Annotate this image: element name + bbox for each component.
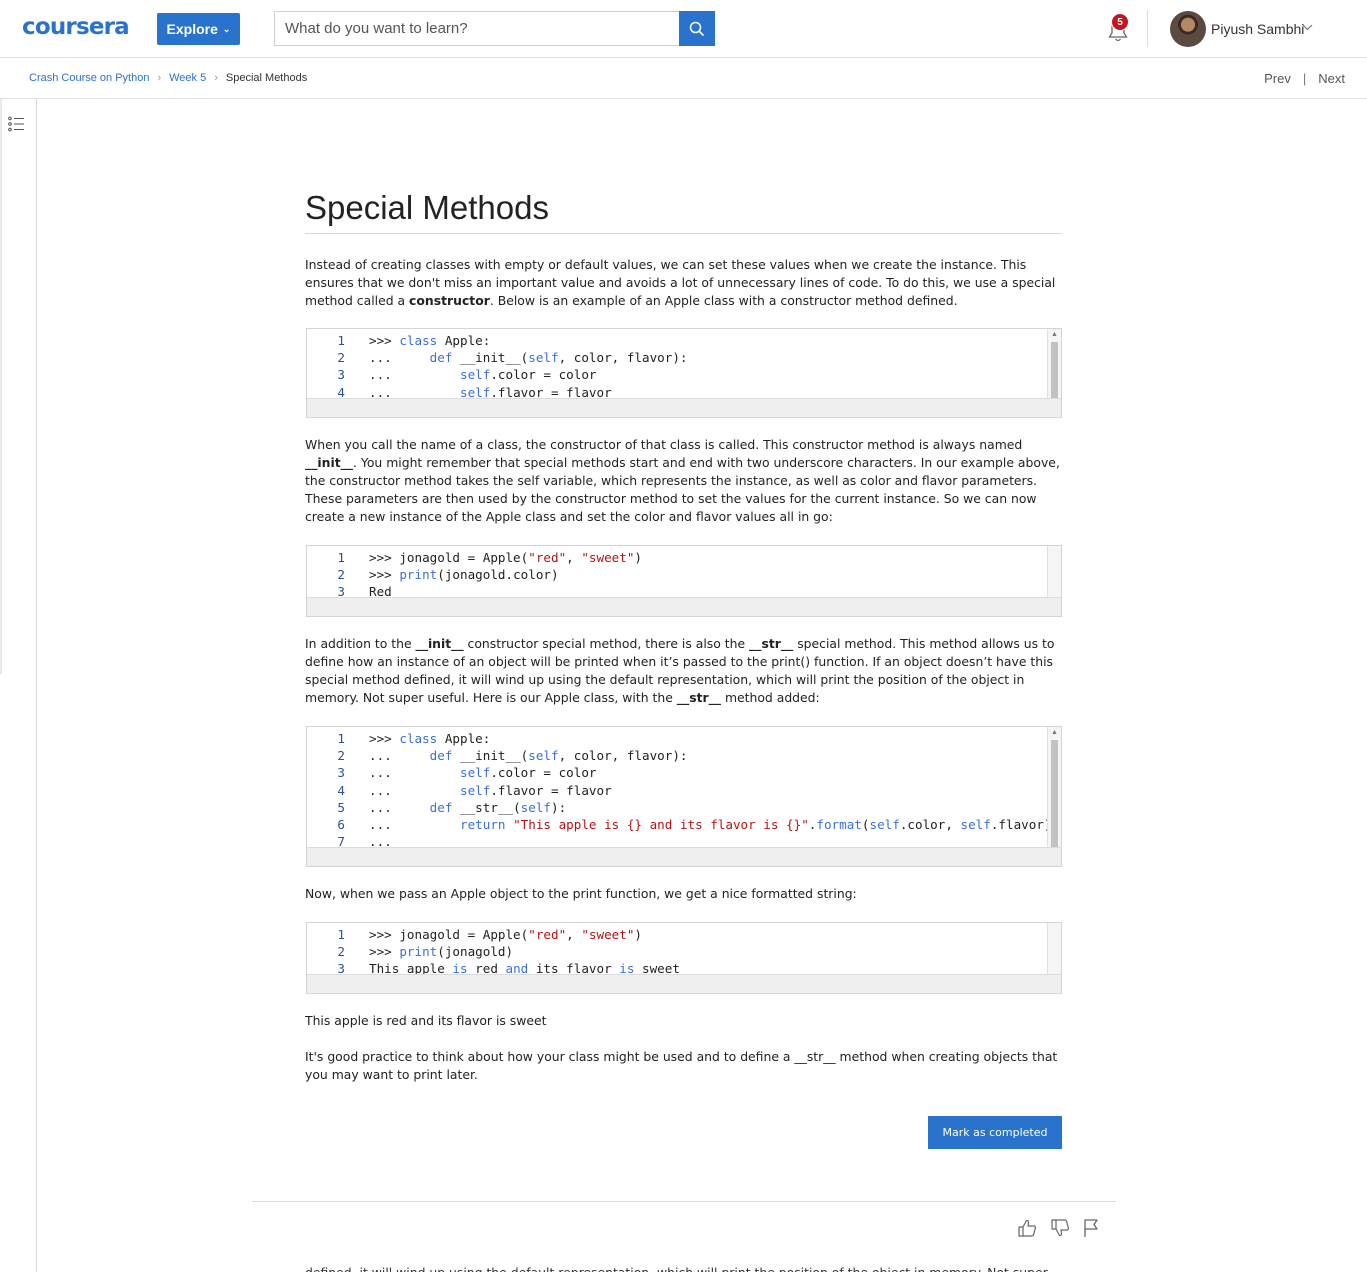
breadcrumb-week[interactable]: Week 5 <box>169 72 206 84</box>
code-block-1: 1 >>> class Apple: 2 ... def __init__(self,… <box>306 328 1062 418</box>
coursera-logo[interactable]: coursera <box>22 14 130 40</box>
paragraph-print: Now, when we pass an Apple object to the… <box>305 886 857 901</box>
code-text: >>> class Apple: <box>369 731 491 746</box>
code-line: 3 ... self.color = color <box>307 366 596 383</box>
chevron-right-icon: › <box>214 72 218 84</box>
chevron-down-icon: ⌄ <box>222 23 231 34</box>
thumbs-up-icon[interactable] <box>1016 1217 1038 1239</box>
code-line: 1 >>> class Apple: <box>307 332 490 349</box>
code-block-4: 1 >>> jonagold = Apple("red", "sweet") 2 >>… <box>306 922 1062 994</box>
explore-button[interactable]: Explore ⌄ <box>157 13 240 45</box>
code-text: ... self.color = color <box>369 367 597 383</box>
scroll-up-icon[interactable]: ▲ <box>1051 729 1058 736</box>
code-text: ... def __init__(self, color, flavor): <box>369 748 688 764</box>
paragraph-str: In addition to the __init__ constructor … <box>305 636 1055 705</box>
paragraph-intro: Instead of creating classes with empty o… <box>305 257 1056 308</box>
line-number: 6 <box>337 816 345 832</box>
left-rail <box>0 99 37 1272</box>
line-number: 2 <box>337 944 345 960</box>
code-line: 1 >>> jonagold = Apple("red", "sweet") <box>307 549 642 566</box>
code-lines: 1 >>> jonagold = Apple("red", "sweet") 2 >>… <box>307 926 680 978</box>
line-number: 3 <box>337 367 345 383</box>
code-line: 2 >>> print(jonagold.color) <box>307 566 558 583</box>
code-line: 5 ... def __str__(self): <box>307 799 566 816</box>
code-text: ... self.flavor = flavor <box>369 782 612 798</box>
scroll-thumb[interactable] <box>1051 342 1058 402</box>
code-lines: 1 >>> class Apple: 2 ... def __init__(self,… <box>307 332 687 401</box>
next-link[interactable]: Next <box>1318 71 1345 86</box>
scroll-thumb[interactable] <box>1051 740 1058 852</box>
paragraph-output: This apple is red and its flavor is swee… <box>305 1013 547 1028</box>
breadcrumb-course[interactable]: Crash Course on Python <box>29 72 149 84</box>
prev-link[interactable]: Prev <box>1264 71 1291 86</box>
thumbs-down-icon[interactable] <box>1049 1217 1071 1239</box>
line-number: 1 <box>337 550 345 565</box>
search-button[interactable] <box>679 11 715 46</box>
horizontal-scrollbar[interactable] <box>307 398 1061 417</box>
line-number: 2 <box>337 567 345 583</box>
line-number: 5 <box>337 799 345 815</box>
line-number: 3 <box>337 765 345 781</box>
flag-icon[interactable] <box>1081 1217 1103 1239</box>
truncated-text: defined, it will wind up using the defau… <box>305 1264 1062 1272</box>
code-text: >>> print(jonagold) <box>369 944 514 960</box>
mark-as-completed-button[interactable]: Mark as completed <box>928 1116 1062 1149</box>
code-text: ... self.color = color <box>369 765 597 781</box>
chevron-down-icon[interactable] <box>1302 22 1313 33</box>
line-number: 1 <box>337 927 345 942</box>
code-text: ... def __str__(self): <box>369 799 567 815</box>
footer-divider <box>252 1201 1116 1202</box>
code-lines: 1 >>> class Apple: 2 ... def __init__(self,… <box>307 730 1051 850</box>
list-icon[interactable] <box>8 116 25 132</box>
breadcrumb-current: Special Methods <box>225 72 308 84</box>
code-line: 2 ... def __init__(self, color, flavor): <box>307 747 687 764</box>
title-divider <box>305 233 1062 234</box>
code-line: 4 ... self.flavor = flavor <box>307 782 611 799</box>
line-number: 1 <box>337 333 345 348</box>
paragraph-init: When you call the name of a class, the c… <box>305 437 1060 524</box>
line-number: 1 <box>337 731 345 746</box>
horizontal-scrollbar[interactable] <box>307 597 1061 616</box>
notification-badge: 5 <box>1111 13 1129 31</box>
code-text: >>> jonagold = Apple("red", "sweet") <box>369 550 642 565</box>
vertical-scrollbar[interactable]: ▲ ▼ <box>1047 727 1061 866</box>
code-line: 2 ... def __init__(self, color, flavor): <box>307 349 687 366</box>
line-number: 4 <box>337 782 345 798</box>
code-text: >>> class Apple: <box>369 333 491 348</box>
code-text: >>> jonagold = Apple("red", "sweet") <box>369 927 642 942</box>
nav-separator: | <box>1302 71 1307 86</box>
code-text: ... def __init__(self, color, flavor): <box>369 350 688 366</box>
chevron-right-icon: › <box>157 72 162 84</box>
page-title: Special Methods <box>305 189 549 226</box>
prev-next-nav: Prev | Next <box>1264 71 1345 86</box>
breadcrumb-bar: Crash Course on Python › Week 5 › Specia… <box>0 58 1367 99</box>
search-input[interactable] <box>274 11 679 46</box>
rail-accent <box>0 99 2 674</box>
code-line: 6 ... return "This apple is {} and its fl… <box>307 816 1051 833</box>
header-divider <box>1147 10 1148 47</box>
code-line: 1 >>> jonagold = Apple("red", "sweet") <box>307 926 642 943</box>
user-name[interactable]: Piyush Sambhi <box>1211 21 1304 37</box>
code-block-2: 1 >>> jonagold = Apple("red", "sweet") 2 >>… <box>306 545 1062 617</box>
horizontal-scrollbar[interactable] <box>307 847 1061 866</box>
code-lines: 1 >>> jonagold = Apple("red", "sweet") 2 >>… <box>307 549 642 601</box>
line-number: 2 <box>337 350 345 366</box>
horizontal-scrollbar[interactable] <box>307 974 1061 993</box>
search-icon <box>689 21 705 36</box>
code-line: 1 >>> class Apple: <box>307 730 490 747</box>
code-line: 2 >>> print(jonagold) <box>307 943 513 960</box>
code-text: >>> print(jonagold.color) <box>369 567 559 583</box>
explore-label: Explore <box>166 21 218 37</box>
line-number: 2 <box>337 748 345 764</box>
code-text: ... return "This apple is {} and its fla… <box>369 816 1052 832</box>
paragraph-good-practice: It's good practice to think about how yo… <box>305 1049 1058 1082</box>
code-line: 3 ... self.color = color <box>307 764 596 781</box>
code-block-3: 1 >>> class Apple: 2 ... def __init__(self,… <box>306 726 1062 867</box>
top-header: coursera Explore ⌄ 5 Piyush Sambhi <box>0 0 1367 58</box>
avatar[interactable] <box>1170 11 1206 47</box>
breadcrumb: Crash Course on Python › Week 5 › Specia… <box>29 72 307 84</box>
scroll-up-icon[interactable]: ▲ <box>1051 331 1058 338</box>
